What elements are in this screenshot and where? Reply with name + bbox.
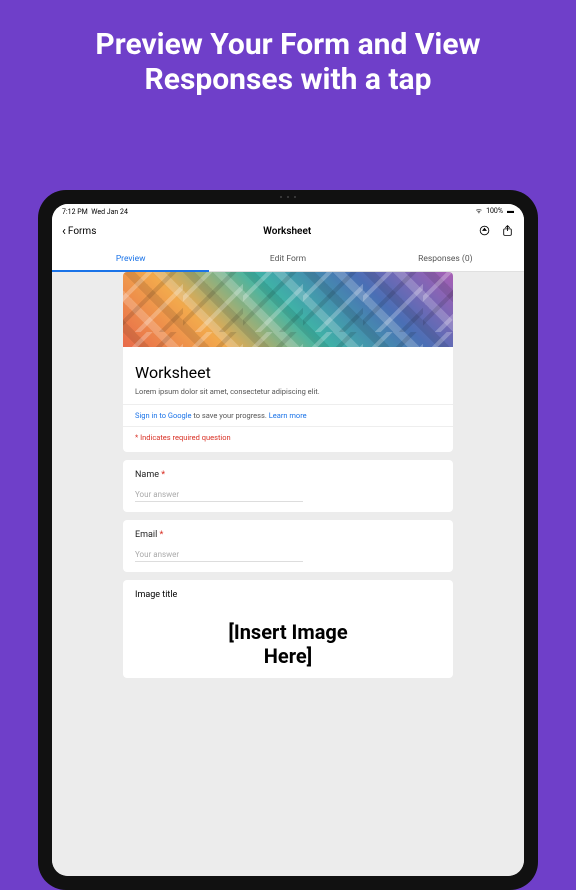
image-title-label: Image title — [135, 590, 441, 600]
settings-icon[interactable] — [478, 222, 491, 241]
hero-headline: Preview Your Form and View Responses wit… — [0, 0, 576, 107]
signin-prompt: Sign in to Google to save your progress.… — [135, 411, 441, 420]
required-asterisk: * — [161, 470, 165, 480]
tab-edit-form[interactable]: Edit Form — [209, 247, 366, 271]
required-asterisk: * — [160, 530, 164, 540]
form-title: Worksheet — [135, 363, 441, 382]
signin-link[interactable]: Sign in to Google — [135, 411, 192, 420]
learn-more-link[interactable]: Learn more — [269, 411, 307, 420]
nav-bar: ‹ Forms Worksheet — [52, 217, 524, 247]
email-input[interactable]: Your answer — [135, 550, 303, 562]
form-preview: Worksheet Lorem ipsum dolor sit amet, co… — [52, 272, 524, 876]
form-header-card: Worksheet Lorem ipsum dolor sit amet, co… — [123, 347, 453, 452]
tab-bar: Preview Edit Form Responses (0) — [52, 247, 524, 272]
form-banner-image — [123, 272, 453, 347]
share-icon[interactable] — [501, 222, 514, 241]
back-button[interactable]: ‹ Forms — [62, 224, 96, 239]
question-label: Name — [135, 470, 159, 480]
form-description: Lorem ipsum dolor sit amet, consectetur … — [135, 387, 441, 396]
page-title: Worksheet — [263, 226, 311, 237]
status-bar: 7:12 PM Wed Jan 24 ᯤ100%▬ — [52, 204, 524, 217]
name-input[interactable]: Your answer — [135, 490, 303, 502]
tablet-frame: 7:12 PM Wed Jan 24 ᯤ100%▬ ‹ Forms Worksh… — [38, 190, 538, 890]
tab-preview[interactable]: Preview — [52, 247, 209, 271]
screen: 7:12 PM Wed Jan 24 ᯤ100%▬ ‹ Forms Worksh… — [52, 204, 524, 876]
question-label: Email — [135, 530, 157, 540]
required-indicator: * Indicates required question — [135, 433, 441, 442]
chevron-left-icon: ‹ — [62, 224, 66, 239]
question-image: Image title [Insert Image Here] — [123, 580, 453, 678]
image-placeholder: [Insert Image Here] — [135, 620, 441, 668]
question-name: Name * Your answer — [123, 460, 453, 512]
tab-responses[interactable]: Responses (0) — [367, 247, 524, 271]
question-email: Email * Your answer — [123, 520, 453, 572]
